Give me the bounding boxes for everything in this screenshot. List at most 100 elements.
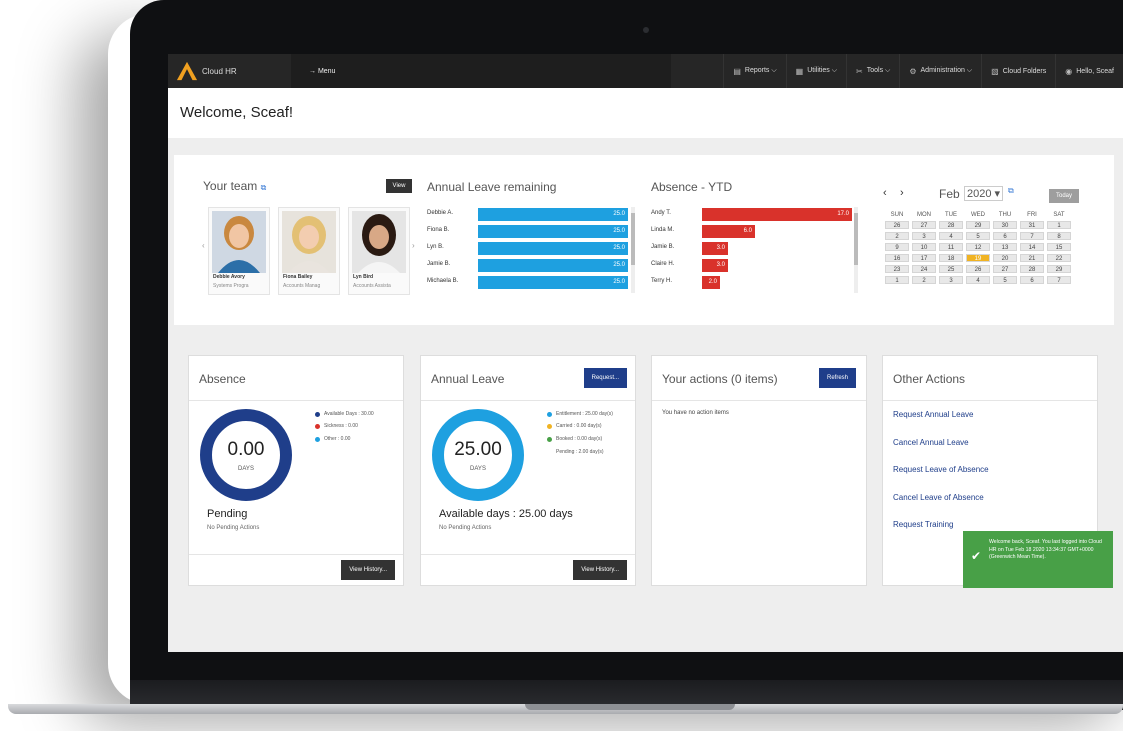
bar[interactable]: 25.0: [478, 276, 628, 289]
bar[interactable]: 25.0: [478, 242, 628, 255]
calendar-day[interactable]: 4: [939, 232, 963, 240]
member-name: Debbie Avory: [213, 274, 245, 280]
bar[interactable]: 2.0: [702, 276, 720, 289]
calendar-day[interactable]: 24: [912, 265, 936, 273]
view-history-button[interactable]: View History...: [573, 560, 627, 580]
bar[interactable]: 17.0: [702, 208, 852, 221]
calendar-day[interactable]: 6: [993, 232, 1017, 240]
today-button[interactable]: Today: [1049, 189, 1079, 203]
calendar-day[interactable]: 19: [966, 254, 990, 262]
calendar-day[interactable]: 5: [993, 276, 1017, 284]
calendar-day[interactable]: 18: [939, 254, 963, 262]
nav-reports[interactable]: ▤ Reports ⌵: [723, 54, 785, 88]
refresh-button[interactable]: Refresh: [818, 368, 856, 388]
request-annual-leave-link[interactable]: Request Annual Leave: [893, 410, 974, 419]
calendar-day[interactable]: 12: [966, 243, 990, 251]
calendar-day[interactable]: 29: [1047, 265, 1071, 273]
member-name: Fiona Bailey: [283, 274, 313, 280]
bar[interactable]: 3.0: [702, 242, 728, 255]
cancel-leave-of-absence-link[interactable]: Cancel Leave of Absence: [893, 493, 984, 502]
calendar-day[interactable]: 6: [1020, 276, 1044, 284]
bar[interactable]: 6.0: [702, 225, 755, 238]
calendar-external-link-icon[interactable]: ⧉: [1008, 186, 1014, 196]
bar[interactable]: 25.0: [478, 259, 628, 272]
scrollbar-thumb[interactable]: [631, 213, 635, 265]
calendar-day[interactable]: 30: [993, 221, 1017, 229]
calendar-day[interactable]: 7: [1020, 232, 1044, 240]
bar-label: Jamie B.: [651, 244, 675, 250]
nav-cloud-folders[interactable]: ▧ Cloud Folders: [981, 54, 1055, 88]
calendar-day[interactable]: 31: [1020, 221, 1044, 229]
view-history-button[interactable]: View History...: [341, 560, 395, 580]
nav-tools[interactable]: ✂ Tools ⌵: [846, 54, 899, 88]
calendar-day[interactable]: 14: [1020, 243, 1044, 251]
nav-administration[interactable]: ⚙ Administration ⌵: [899, 54, 981, 88]
nav-utilities[interactable]: ▦ Utilities ⌵: [785, 54, 846, 88]
calendar-day[interactable]: 3: [939, 276, 963, 284]
team-member-card[interactable]: Lyn Bird Accounts Assista: [348, 207, 410, 295]
request-training-link[interactable]: Request Training: [893, 520, 953, 529]
scrollbar[interactable]: [854, 207, 858, 293]
calendar-day[interactable]: 1: [1047, 221, 1071, 229]
calendar-day[interactable]: 25: [939, 265, 963, 273]
scrollbar[interactable]: [631, 207, 635, 293]
welcome-toast[interactable]: ✔ Welcome back, Sceaf. You last logged i…: [963, 531, 1113, 588]
team-member-card[interactable]: Fiona Bailey Accounts Manag: [278, 207, 340, 295]
calendar-day[interactable]: 29: [966, 221, 990, 229]
calendar-day[interactable]: 20: [993, 254, 1017, 262]
calendar-day[interactable]: 26: [966, 265, 990, 273]
calendar-day[interactable]: 3: [912, 232, 936, 240]
calendar-day[interactable]: 15: [1047, 243, 1071, 251]
menu-button[interactable]: → Menu: [291, 54, 671, 88]
bar[interactable]: 25.0: [478, 225, 628, 238]
request-button[interactable]: Request...: [583, 368, 627, 388]
team-member-card[interactable]: Debbie Avory Systems Progra: [208, 207, 270, 295]
calendar-year-select[interactable]: 2020 ▾: [964, 186, 1004, 201]
calendar-day[interactable]: 27: [993, 265, 1017, 273]
calendar-day[interactable]: 16: [885, 254, 909, 262]
calendar-day[interactable]: 2: [912, 276, 936, 284]
calendar-day[interactable]: 26: [885, 221, 909, 229]
external-link-icon[interactable]: ⧉: [261, 183, 267, 192]
nav-user[interactable]: ◉ Hello, Sceaf: [1055, 54, 1123, 88]
calendar-day[interactable]: 28: [1020, 265, 1044, 273]
welcome-bar: Welcome, Sceaf!: [168, 88, 1123, 138]
calendar-day[interactable]: 8: [1047, 232, 1071, 240]
brand[interactable]: Cloud HR: [168, 54, 291, 88]
dashboard-top-panel: Your team ⧉ View ‹ › Debbie Avory System…: [174, 155, 1114, 325]
bar-row: Andy T. 17.0: [651, 208, 852, 222]
calendar-day[interactable]: 1: [885, 276, 909, 284]
calendar-day[interactable]: 7: [1047, 276, 1071, 284]
divider: [652, 400, 866, 401]
calendar-day[interactable]: 10: [912, 243, 936, 251]
calendar-next-icon[interactable]: ›: [900, 187, 904, 199]
calendar-day[interactable]: 11: [939, 243, 963, 251]
cancel-annual-leave-link[interactable]: Cancel Annual Leave: [893, 438, 969, 447]
bar-label: Lyn B.: [427, 244, 444, 250]
calendar-day[interactable]: 5: [966, 232, 990, 240]
calendar-day[interactable]: 2: [885, 232, 909, 240]
carousel-prev-icon[interactable]: ‹: [202, 241, 205, 250]
calendar-day[interactable]: 13: [993, 243, 1017, 251]
laptop-notch: [525, 704, 735, 710]
admin-icon: ⚙: [909, 66, 917, 76]
scrollbar-thumb[interactable]: [854, 213, 858, 265]
calendar-day[interactable]: 23: [885, 265, 909, 273]
calendar-day[interactable]: 22: [1047, 254, 1071, 262]
calendar-day[interactable]: 9: [885, 243, 909, 251]
calendar-day[interactable]: 28: [939, 221, 963, 229]
calendar-day[interactable]: 17: [912, 254, 936, 262]
calendar-day[interactable]: 21: [1020, 254, 1044, 262]
calendar-prev-icon[interactable]: ‹: [883, 187, 887, 199]
laptop-chin: [130, 680, 1123, 706]
calendar-day[interactable]: 4: [966, 276, 990, 284]
legend-item: Pending : 2.00 day(s): [556, 449, 604, 455]
bar-label: Debbie A.: [427, 210, 454, 216]
legend-item: Other : 0.00: [315, 436, 350, 442]
calendar-day[interactable]: 27: [912, 221, 936, 229]
bar[interactable]: 3.0: [702, 259, 728, 272]
bar[interactable]: 25.0: [478, 208, 628, 221]
request-leave-of-absence-link[interactable]: Request Leave of Absence: [893, 465, 989, 474]
carousel-next-icon[interactable]: ›: [412, 241, 415, 250]
team-view-button[interactable]: View: [386, 179, 412, 193]
